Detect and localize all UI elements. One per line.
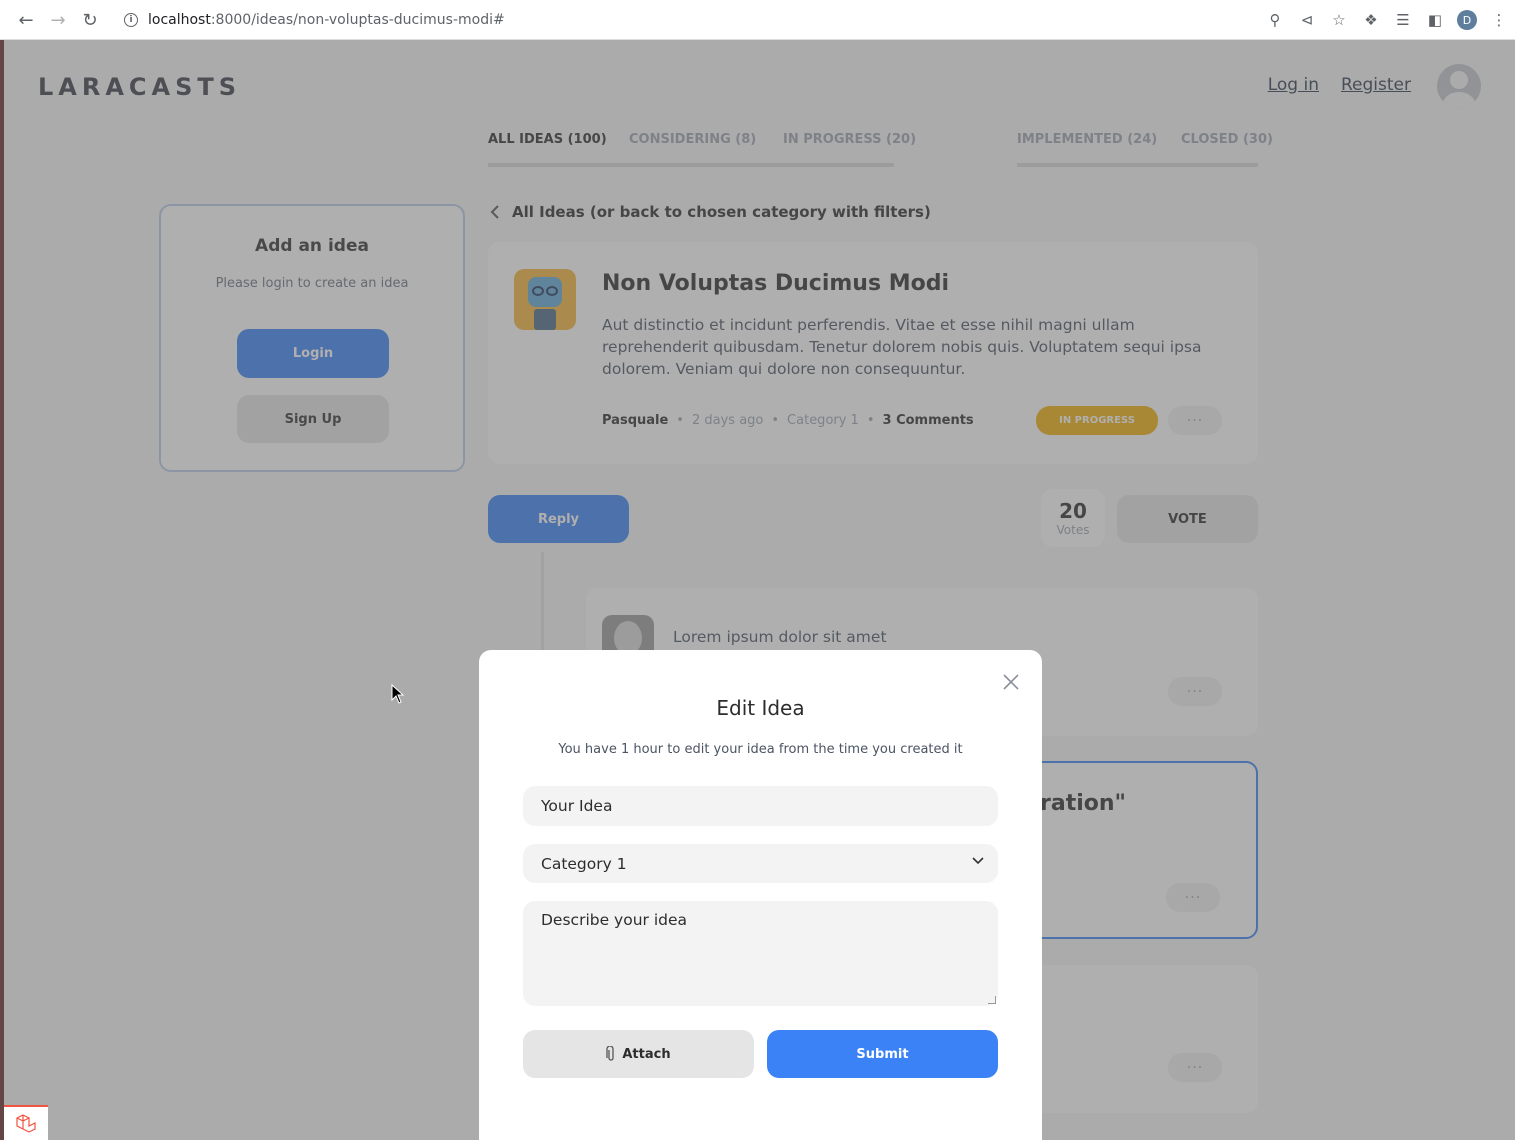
laravel-debug-icon[interactable] [4, 1105, 48, 1140]
resize-handle[interactable] [988, 996, 996, 1004]
category-select-value: Category 1 [541, 854, 627, 873]
share-icon[interactable]: ⊲ [1291, 4, 1323, 36]
submit-button[interactable]: Submit [767, 1030, 998, 1078]
extensions-icon[interactable]: ❖ [1355, 4, 1387, 36]
menu-kebab-icon[interactable]: ⋮ [1483, 4, 1515, 36]
edit-idea-modal: Edit Idea You have 1 hour to edit your i… [479, 650, 1042, 1140]
bookmark-star-icon[interactable]: ☆ [1323, 4, 1355, 36]
attach-button[interactable]: Attach [523, 1030, 754, 1078]
description-placeholder: Describe your idea [541, 911, 688, 929]
idea-description-textarea[interactable]: Describe your idea [523, 901, 998, 1006]
chevron-down-icon [972, 857, 984, 865]
media-icon[interactable]: ☰ [1387, 4, 1419, 36]
close-icon[interactable] [999, 670, 1023, 694]
site-info-icon[interactable]: i [124, 13, 138, 27]
url-path: :8000/ideas/non-voluptas-ducimus-modi# [210, 12, 505, 28]
modal-subtitle: You have 1 hour to edit your idea from t… [558, 742, 963, 757]
reload-icon[interactable]: ↻ [74, 4, 106, 36]
mouse-cursor-icon [391, 684, 405, 704]
attach-label: Attach [622, 1046, 671, 1062]
paperclip-icon [606, 1046, 615, 1061]
forward-arrow-icon[interactable]: → [42, 4, 74, 36]
back-arrow-icon[interactable]: ← [10, 4, 42, 36]
browser-toolbar: ← → ↻ i localhost:8000/ideas/non-volupta… [0, 0, 1515, 40]
profile-avatar[interactable]: D [1451, 4, 1483, 36]
modal-title: Edit Idea [716, 696, 805, 720]
category-select[interactable]: Category 1 [523, 844, 998, 883]
address-bar[interactable]: i localhost:8000/ideas/non-voluptas-duci… [112, 4, 1292, 36]
zoom-icon[interactable]: ⚲ [1259, 4, 1291, 36]
side-panel-icon[interactable]: ◧ [1419, 4, 1451, 36]
idea-title-input[interactable]: Your Idea [523, 786, 998, 826]
url-host: localhost [148, 12, 211, 28]
